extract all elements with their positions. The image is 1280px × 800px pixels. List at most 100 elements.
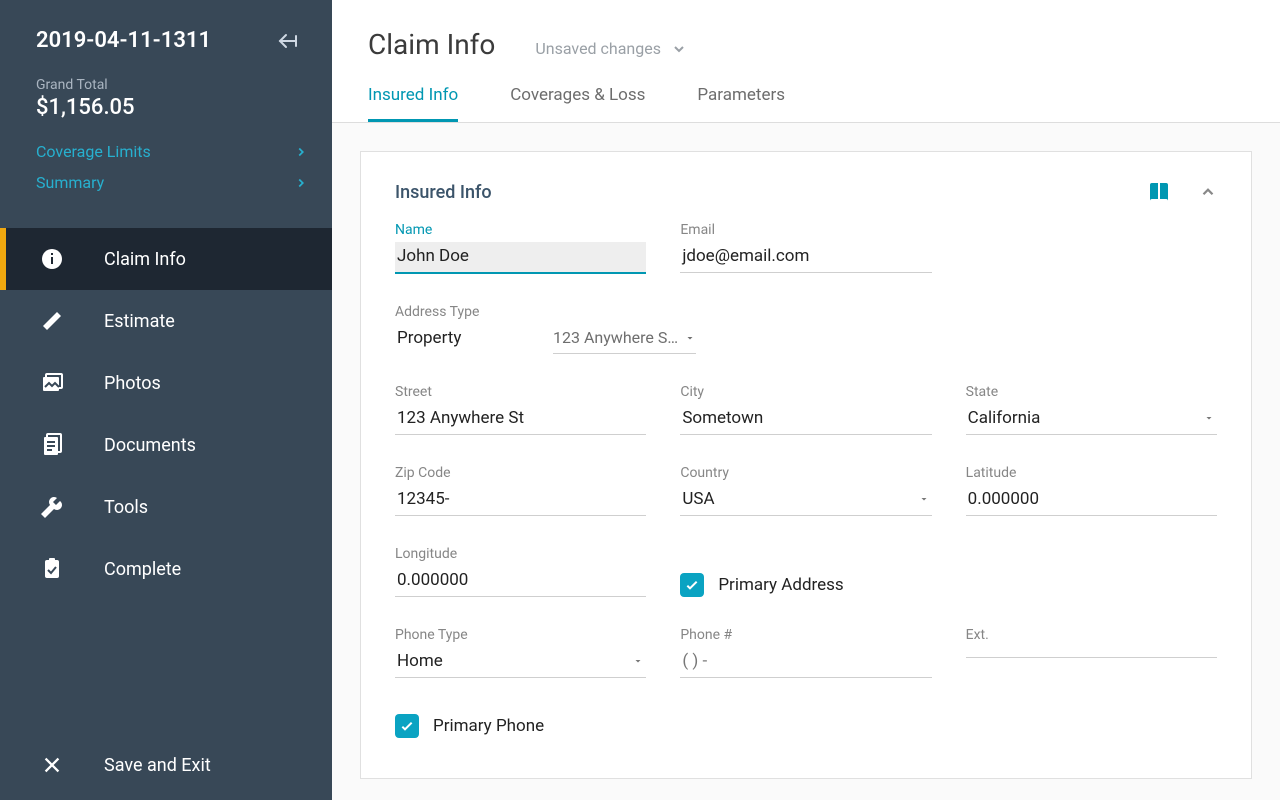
tab-coverages-loss[interactable]: Coverages & Loss bbox=[510, 85, 645, 122]
info-icon bbox=[32, 247, 72, 271]
phone-type-value: Home bbox=[397, 651, 443, 671]
country-select[interactable]: USA bbox=[680, 485, 931, 516]
street-input[interactable]: 123 Anywhere St bbox=[395, 404, 646, 435]
longitude-input[interactable]: 0.000000 bbox=[395, 566, 646, 597]
tab-parameters[interactable]: Parameters bbox=[697, 85, 785, 122]
chevron-down-icon bbox=[671, 41, 687, 57]
caret-down-icon bbox=[684, 332, 696, 344]
claim-id: 2019-04-11-1311 bbox=[36, 28, 211, 53]
save-and-exit-label: Save and Exit bbox=[104, 755, 211, 776]
primary-address-checkbox-row: Primary Address bbox=[680, 573, 843, 597]
field-name: Name John Doe bbox=[395, 222, 646, 274]
city-label: City bbox=[680, 384, 931, 400]
city-input[interactable]: Sometown bbox=[680, 404, 931, 435]
ext-label: Ext. bbox=[966, 627, 1217, 643]
latitude-label: Latitude bbox=[966, 465, 1217, 481]
field-street: Street 123 Anywhere St bbox=[395, 384, 646, 435]
phone-type-select[interactable]: Home bbox=[395, 647, 646, 678]
field-phone: Phone # ( ) - bbox=[680, 627, 931, 678]
sidebar-nav: Claim Info Estimate Photos Documents Too… bbox=[0, 228, 332, 600]
street-label: Street bbox=[395, 384, 646, 400]
field-country: Country USA bbox=[680, 465, 931, 516]
insured-info-card: Insured Info Name John Doe Emai bbox=[360, 151, 1252, 779]
zip-input[interactable]: 12345- bbox=[395, 485, 646, 516]
primary-address-checkbox[interactable] bbox=[680, 573, 704, 597]
address-type-value: Property bbox=[395, 324, 525, 354]
field-state: State California bbox=[966, 384, 1217, 435]
page-title: Claim Info bbox=[368, 28, 495, 61]
field-zip: Zip Code 12345- bbox=[395, 465, 646, 516]
caret-down-icon bbox=[918, 493, 930, 505]
grand-total-label: Grand Total bbox=[36, 77, 296, 93]
link-summary-label: Summary bbox=[36, 173, 104, 192]
caret-down-icon bbox=[632, 655, 644, 667]
field-email: Email jdoe@email.com bbox=[680, 222, 931, 274]
link-coverage-limits[interactable]: Coverage Limits bbox=[36, 136, 308, 167]
nav-documents[interactable]: Documents bbox=[0, 414, 332, 476]
clipboard-check-icon bbox=[32, 557, 72, 581]
link-summary[interactable]: Summary bbox=[36, 167, 308, 198]
name-input[interactable]: John Doe bbox=[395, 242, 646, 274]
nav-photos-label: Photos bbox=[104, 373, 161, 394]
state-label: State bbox=[966, 384, 1217, 400]
grand-total-value: $1,156.05 bbox=[36, 95, 296, 120]
nav-estimate-label: Estimate bbox=[104, 311, 175, 332]
nav-tools-label: Tools bbox=[104, 497, 148, 518]
chevron-right-icon bbox=[294, 145, 308, 159]
longitude-label: Longitude bbox=[395, 546, 646, 562]
address-type-label: Address Type bbox=[395, 304, 525, 320]
field-address-type: Address Type Property bbox=[395, 304, 525, 354]
country-label: Country bbox=[680, 465, 931, 481]
card-title: Insured Info bbox=[395, 182, 492, 203]
address-book-icon[interactable] bbox=[1147, 180, 1171, 204]
address-picker[interactable]: 123 Anywhere S… bbox=[553, 328, 696, 354]
nav-tools[interactable]: Tools bbox=[0, 476, 332, 538]
country-value: USA bbox=[682, 489, 714, 509]
primary-phone-checkbox-row: Primary Phone bbox=[395, 714, 1217, 738]
close-icon bbox=[32, 754, 72, 776]
primary-phone-label: Primary Phone bbox=[433, 716, 544, 736]
nav-complete[interactable]: Complete bbox=[0, 538, 332, 600]
nav-estimate[interactable]: Estimate bbox=[0, 290, 332, 352]
photos-icon bbox=[32, 371, 72, 395]
sidebar: 2019-04-11-1311 Grand Total $1,156.05 Co… bbox=[0, 0, 332, 800]
state-value: California bbox=[968, 408, 1041, 428]
nav-documents-label: Documents bbox=[104, 435, 196, 456]
latitude-input[interactable]: 0.000000 bbox=[966, 485, 1217, 516]
primary-address-label: Primary Address bbox=[718, 575, 843, 595]
nav-complete-label: Complete bbox=[104, 559, 181, 580]
wrench-icon bbox=[32, 495, 72, 519]
field-latitude: Latitude 0.000000 bbox=[966, 465, 1217, 516]
nav-claim-info-label: Claim Info bbox=[104, 249, 186, 270]
phone-label: Phone # bbox=[680, 627, 931, 643]
tab-insured-info[interactable]: Insured Info bbox=[368, 85, 458, 122]
save-and-exit-button[interactable]: Save and Exit bbox=[0, 730, 332, 800]
state-select[interactable]: California bbox=[966, 404, 1217, 435]
topbar: Claim Info Unsaved changes Insured Info … bbox=[332, 0, 1280, 123]
documents-icon bbox=[32, 433, 72, 457]
chevron-right-icon bbox=[294, 176, 308, 190]
back-icon[interactable] bbox=[276, 29, 300, 53]
collapse-icon[interactable] bbox=[1199, 183, 1217, 201]
email-input[interactable]: jdoe@email.com bbox=[680, 242, 931, 273]
unsaved-changes-label: Unsaved changes bbox=[535, 39, 661, 58]
phone-input[interactable]: ( ) - bbox=[680, 647, 931, 678]
name-label: Name bbox=[395, 222, 646, 238]
address-picker-value: 123 Anywhere S… bbox=[553, 328, 678, 347]
field-city: City Sometown bbox=[680, 384, 931, 435]
main: Claim Info Unsaved changes Insured Info … bbox=[332, 0, 1280, 800]
zip-label: Zip Code bbox=[395, 465, 646, 481]
email-label: Email bbox=[680, 222, 931, 238]
field-ext: Ext. bbox=[966, 627, 1217, 678]
unsaved-changes-dropdown[interactable]: Unsaved changes bbox=[535, 39, 687, 58]
nav-claim-info[interactable]: Claim Info bbox=[0, 228, 332, 290]
link-coverage-limits-label: Coverage Limits bbox=[36, 142, 151, 161]
caret-down-icon bbox=[1203, 412, 1215, 424]
ext-input[interactable] bbox=[966, 647, 1217, 658]
primary-phone-checkbox[interactable] bbox=[395, 714, 419, 738]
tabs: Insured Info Coverages & Loss Parameters bbox=[368, 85, 1244, 122]
pencil-ruler-icon bbox=[32, 309, 72, 333]
nav-photos[interactable]: Photos bbox=[0, 352, 332, 414]
field-longitude: Longitude 0.000000 bbox=[395, 546, 646, 597]
phone-type-label: Phone Type bbox=[395, 627, 646, 643]
